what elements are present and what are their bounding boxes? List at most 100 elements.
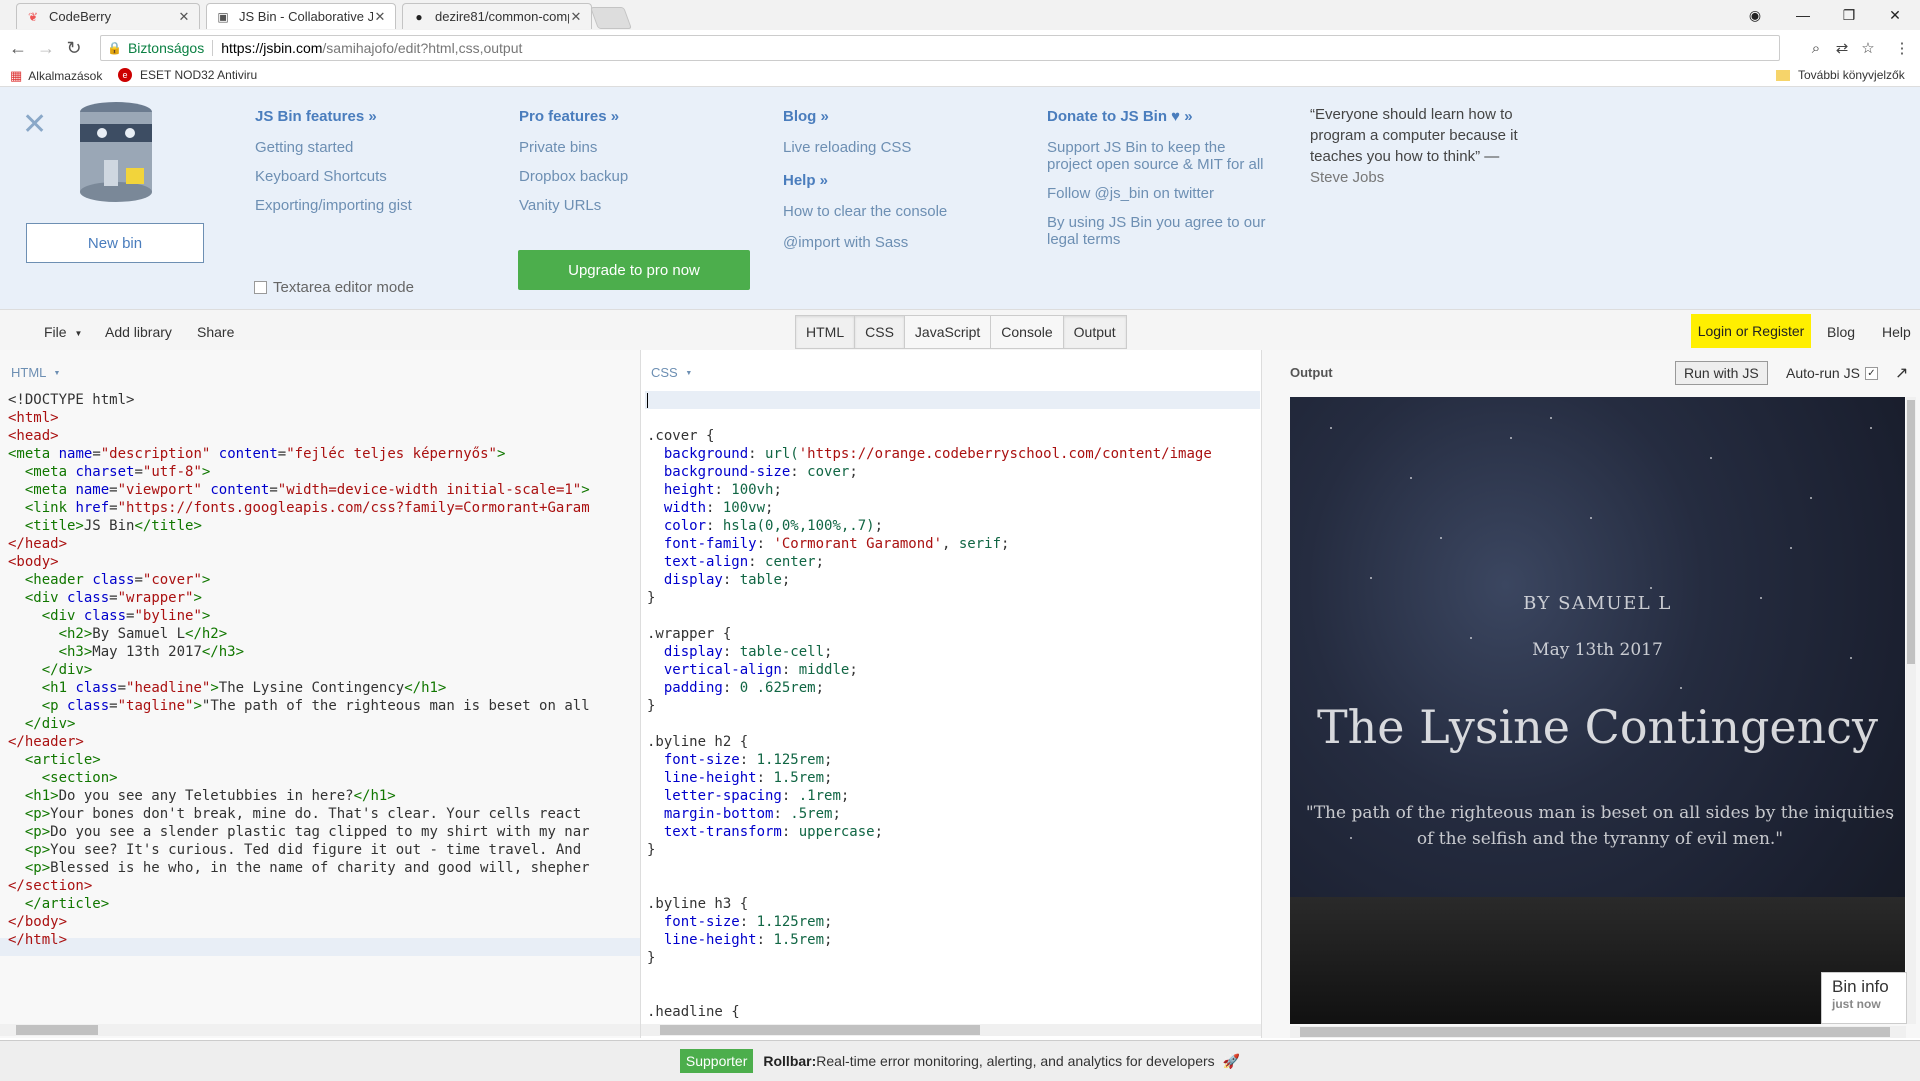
reload-icon[interactable]: ↻ xyxy=(62,36,86,60)
bookmark-label: További könyvjelzők xyxy=(1798,68,1905,82)
caret-down-icon: ▼ xyxy=(685,370,693,378)
tab-codeberry[interactable]: ❦ CodeBerry ✕ xyxy=(16,3,200,29)
scrollbar-thumb[interactable] xyxy=(660,1025,980,1035)
caret-down-icon: ▼ xyxy=(74,328,83,338)
tab-jsbin[interactable]: ▣ JS Bin - Collaborative Jav ✕ xyxy=(206,3,396,29)
lock-icon: 🔒 xyxy=(107,41,122,55)
bin-info-badge[interactable]: Bin info just now xyxy=(1821,972,1907,1024)
close-window-icon[interactable]: ✕ xyxy=(1872,2,1918,28)
active-line-highlight xyxy=(645,391,1260,409)
col-title[interactable]: Pro features » xyxy=(519,108,628,125)
link-getting-started[interactable]: Getting started xyxy=(255,139,412,156)
blog-link[interactable]: Blog xyxy=(1827,324,1855,340)
github-icon: ● xyxy=(415,9,423,24)
auto-run-label: Auto-run JS xyxy=(1786,365,1860,381)
link-legal-terms[interactable]: By using JS Bin you agree to our legal t… xyxy=(1047,214,1267,248)
pane-label: HTML xyxy=(11,365,46,380)
preview-tagline: "The path of the righteous man is beset … xyxy=(1305,803,1895,849)
link-support[interactable]: Support JS Bin to keep the project open … xyxy=(1047,139,1267,173)
divider xyxy=(212,40,214,56)
textarea-mode-toggle[interactable]: Textarea editor mode xyxy=(254,279,414,296)
link-vanity-urls[interactable]: Vanity URLs xyxy=(519,197,628,214)
toggle-output[interactable]: Output xyxy=(1063,316,1126,348)
auto-run-js-toggle[interactable]: Auto-run JS ✓ xyxy=(1786,365,1878,381)
pane-label: CSS xyxy=(651,365,678,380)
upgrade-pro-button[interactable]: Upgrade to pro now xyxy=(518,250,750,290)
link-import-sass[interactable]: @import with Sass xyxy=(783,234,947,251)
scrollbar-thumb[interactable] xyxy=(1907,400,1915,664)
panel-toggle-group: HTML CSS JavaScript Console Output xyxy=(795,315,1127,349)
secure-indicator[interactable]: 🔒 Biztonságos xyxy=(101,40,204,56)
minimize-icon[interactable]: — xyxy=(1780,2,1826,28)
bookmarks-bar xyxy=(0,66,1920,87)
link-live-reloading-css[interactable]: Live reloading CSS xyxy=(783,139,947,156)
zoom-icon[interactable]: ⌕ xyxy=(1806,38,1826,58)
quote: “Everyone should learn how to program a … xyxy=(1310,104,1540,188)
share-button[interactable]: Share xyxy=(197,324,234,340)
login-register-button[interactable]: Login or Register xyxy=(1691,314,1811,348)
scrollbar-thumb[interactable] xyxy=(1300,1027,1890,1037)
link-dropbox-backup[interactable]: Dropbox backup xyxy=(519,168,628,185)
codeberry-icon: ❦ xyxy=(27,9,39,24)
output-pane-label: Output xyxy=(1290,365,1333,380)
bookmark-eset[interactable]: e ESET NOD32 Antiviru xyxy=(118,68,257,82)
apps-grid-icon: ▦ xyxy=(10,68,23,83)
url-path: /samihajofo/edit?html,css,output xyxy=(322,40,523,56)
toggle-css[interactable]: CSS xyxy=(855,316,905,348)
bin-info-subtitle: just now xyxy=(1832,997,1881,1011)
col-title[interactable]: Blog » xyxy=(783,108,947,125)
link-keyboard-shortcuts[interactable]: Keyboard Shortcuts xyxy=(255,168,412,185)
link-twitter[interactable]: Follow @js_bin on twitter xyxy=(1047,185,1267,202)
link-private-bins[interactable]: Private bins xyxy=(519,139,628,156)
sponsor-bar[interactable]: Supporter Rollbar: Real-time error monit… xyxy=(0,1040,1920,1081)
toggle-console[interactable]: Console xyxy=(991,316,1064,348)
popout-icon[interactable]: ↗ xyxy=(1895,363,1908,383)
preview-headline: The Lysine Contingency xyxy=(1316,700,1879,754)
new-bin-button[interactable]: New bin xyxy=(26,223,204,263)
panel-col-blog: Blog » Live reloading CSS Help » How to … xyxy=(783,108,947,263)
quote-text: “Everyone should learn how to program a … xyxy=(1310,106,1518,165)
bookmark-apps[interactable]: ▦ Alkalmazások xyxy=(10,68,102,84)
address-bar[interactable]: 🔒 Biztonságos https://jsbin.com /samihaj… xyxy=(100,35,1780,61)
link-clear-console[interactable]: How to clear the console xyxy=(783,203,947,220)
css-pane-label[interactable]: CSS ▼ xyxy=(651,365,692,380)
menu-icon[interactable]: ⋮ xyxy=(1892,38,1912,58)
bookmark-more[interactable]: További könyvjelzők xyxy=(1776,68,1905,82)
col-title[interactable]: JS Bin features » xyxy=(255,108,412,125)
help-link[interactable]: Help xyxy=(1882,324,1911,340)
profile-icon[interactable]: ◉ xyxy=(1732,2,1778,28)
restore-icon[interactable]: ❐ xyxy=(1826,2,1872,28)
file-menu[interactable]: File ▼ xyxy=(44,324,82,340)
close-panel-icon[interactable]: ✕ xyxy=(22,110,47,140)
col-title[interactable]: Donate to JS Bin ♥ » xyxy=(1047,108,1267,125)
link-exporting-gist[interactable]: Exporting/importing gist xyxy=(255,197,412,214)
toggle-javascript[interactable]: JavaScript xyxy=(904,316,992,348)
secure-label: Biztonságos xyxy=(127,40,205,56)
text-cursor xyxy=(647,393,648,408)
checkbox-checked-icon[interactable]: ✓ xyxy=(1864,366,1878,380)
scrollbar-thumb[interactable] xyxy=(16,1025,98,1035)
output-preview[interactable]: BY SAMUEL L May 13th 2017 The Lysine Con… xyxy=(1290,397,1905,1024)
back-icon[interactable]: ← xyxy=(6,36,30,60)
run-with-js-button[interactable]: Run with JS xyxy=(1675,361,1768,385)
help-title[interactable]: Help » xyxy=(783,172,947,189)
close-tab-icon[interactable]: ✕ xyxy=(177,9,191,25)
translate-icon[interactable]: ⇄ xyxy=(1832,38,1852,58)
forward-icon[interactable]: → xyxy=(34,36,58,60)
bookmark-star-icon[interactable]: ☆ xyxy=(1858,38,1878,58)
rollbar-text: Real-time error monitoring, alerting, an… xyxy=(816,1053,1215,1069)
css-code[interactable]: .cover { background: url('https://orange… xyxy=(647,409,1260,1021)
toggle-html[interactable]: HTML xyxy=(796,316,856,348)
caret-down-icon: ▼ xyxy=(53,370,61,378)
add-library-button[interactable]: Add library xyxy=(105,324,172,340)
html-pane-label[interactable]: HTML ▼ xyxy=(11,365,60,380)
tab-title: CodeBerry xyxy=(49,9,112,24)
jsbin-logo xyxy=(80,102,152,202)
tab-github[interactable]: ● dezire81/common-comp ✕ xyxy=(402,3,592,29)
supporter-badge: Supporter xyxy=(679,1049,754,1073)
checkbox[interactable] xyxy=(254,281,267,294)
close-tab-icon[interactable]: ✕ xyxy=(373,9,387,25)
close-tab-icon[interactable]: ✕ xyxy=(569,9,583,25)
bookmark-label: Alkalmazások xyxy=(28,69,103,83)
html-code[interactable]: <!DOCTYPE html> <html> <head> <meta name… xyxy=(8,391,638,951)
